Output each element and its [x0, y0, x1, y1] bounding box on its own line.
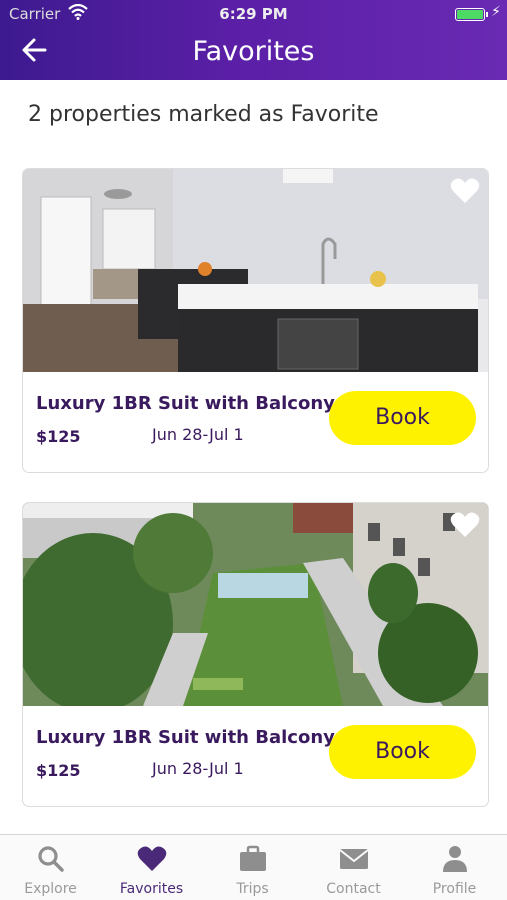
tab-label: Explore	[24, 881, 77, 897]
tab-explore[interactable]: Explore	[0, 835, 101, 900]
mail-icon	[339, 849, 369, 869]
favorite-heart-icon[interactable]	[450, 511, 480, 539]
header: Carrier 6:29 PM ⚡ Favorites	[0, 0, 507, 80]
battery-tip	[486, 12, 488, 17]
book-button[interactable]: Book	[329, 725, 476, 779]
property-price: $125	[36, 427, 81, 446]
briefcase-icon	[240, 845, 266, 871]
tab-favorites[interactable]: Favorites	[101, 835, 202, 900]
tab-label: Contact	[326, 881, 381, 897]
property-card[interactable]: Luxury 1BR Suit with Balcony $125 Jun 28…	[22, 502, 489, 807]
page-title: Favorites	[192, 36, 315, 67]
tab-label: Favorites	[119, 881, 184, 897]
favorites-count-label: 2 properties marked as Favorite	[28, 102, 379, 127]
tab-trips[interactable]: Trips	[202, 835, 303, 900]
tab-bar: Explore Favorites Trips Contact Profile	[0, 834, 507, 900]
status-time: 6:29 PM	[219, 5, 288, 23]
property-dates: Jun 28-Jul 1	[152, 759, 244, 778]
property-name: Luxury 1BR Suit with Balcony	[36, 727, 335, 748]
tab-profile[interactable]: Profile	[404, 835, 505, 900]
property-dates: Jun 28-Jul 1	[152, 425, 244, 444]
heart-icon	[137, 846, 167, 871]
property-price: $125	[36, 761, 81, 780]
battery-icon	[455, 8, 485, 21]
favorite-heart-icon[interactable]	[450, 177, 480, 205]
property-card[interactable]: Luxury 1BR Suit with Balcony $125 Jun 28…	[22, 168, 489, 473]
charging-icon: ⚡	[491, 4, 501, 20]
property-photo-courtyard	[23, 503, 488, 706]
tab-contact[interactable]: Contact	[303, 835, 404, 900]
tab-label: Profile	[432, 881, 477, 897]
search-icon	[38, 846, 64, 872]
person-icon	[443, 846, 467, 872]
property-photo-kitchen	[23, 169, 488, 372]
tab-label: Trips	[236, 881, 269, 897]
status-bar: Carrier 6:29 PM ⚡	[0, 4, 507, 26]
property-name: Luxury 1BR Suit with Balcony	[36, 393, 335, 414]
book-button[interactable]: Book	[329, 391, 476, 445]
